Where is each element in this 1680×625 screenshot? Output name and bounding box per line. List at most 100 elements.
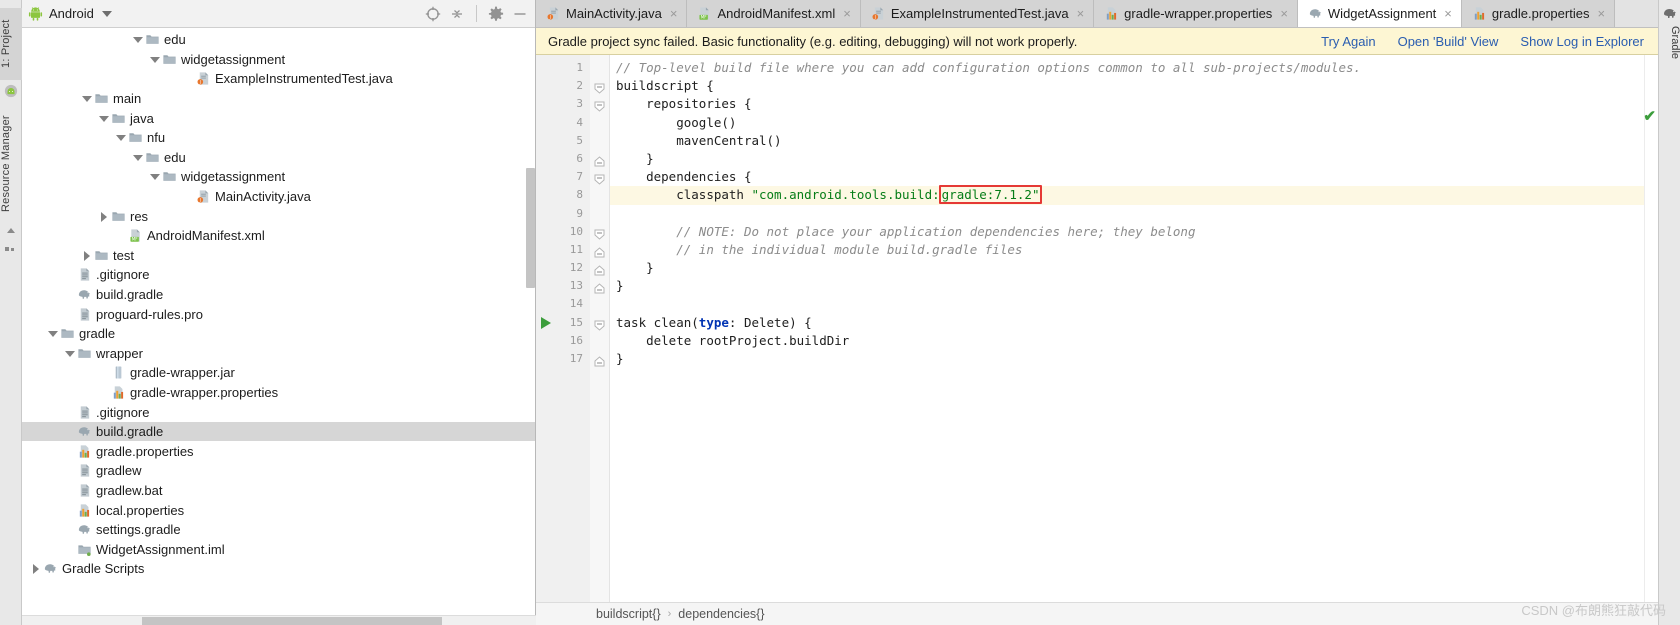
tree-item-gradle[interactable]: gradle <box>22 324 535 344</box>
project-tree-horizontal-scrollbar[interactable] <box>22 615 536 625</box>
fold-collapse-icon[interactable] <box>594 81 605 94</box>
tree-item-widgetassignment[interactable]: widgetassignment <box>22 50 535 70</box>
collapse-all-icon[interactable] <box>448 5 466 23</box>
tree-item-main[interactable]: main <box>22 89 535 109</box>
chevron-down-icon[interactable] <box>47 328 58 339</box>
editor-tabbar[interactable]: J MainActivity.java × MF AndroidManifest.xml… <box>536 0 1658 28</box>
breadcrumb-item-dependencies[interactable]: dependencies{} <box>678 607 764 621</box>
fold-row[interactable] <box>590 205 609 223</box>
close-icon[interactable]: × <box>1077 7 1085 20</box>
project-tree-horizontal-scroll-thumb[interactable] <box>142 617 442 625</box>
fold-end-icon[interactable] <box>594 154 605 167</box>
fold-end-icon[interactable] <box>594 245 605 258</box>
notification-link-open-build-view[interactable]: Open 'Build' View <box>1398 34 1499 49</box>
tree-item-res[interactable]: res <box>22 206 535 226</box>
chevron-right-icon[interactable] <box>30 563 41 575</box>
editor-tab-gradle-properties[interactable]: gradle.properties × <box>1461 0 1616 27</box>
code-editor[interactable]: 1 2 3 4 5 6 7 8 9 10 11 12 13 14 15 16 17 // Top-level b… <box>536 55 1658 602</box>
editor-tab-exampleinstrumentedtest-java[interactable]: J ExampleInstrumentedTest.java × <box>860 0 1095 27</box>
chevron-down-icon[interactable] <box>115 132 126 143</box>
close-icon[interactable]: × <box>1444 7 1452 20</box>
chevron-down-icon[interactable] <box>101 10 112 17</box>
tree-item--gitignore[interactable]: .gitignore <box>22 402 535 422</box>
editor-tab-mainactivity-java[interactable]: J MainActivity.java × <box>536 0 688 27</box>
chevron-right-icon[interactable] <box>98 211 109 222</box>
chevron-down-icon[interactable] <box>149 54 160 65</box>
fold-row[interactable] <box>590 186 609 204</box>
locate-icon[interactable] <box>424 5 442 23</box>
fold-row[interactable] <box>590 150 609 168</box>
chevron-down-icon[interactable] <box>149 171 160 182</box>
chevron-down-icon[interactable] <box>98 113 109 124</box>
tree-item-gradle-wrapper-jar[interactable]: gradle-wrapper.jar <box>22 363 535 383</box>
tree-item-wrapper[interactable]: wrapper <box>22 344 535 364</box>
tree-item--gitignore[interactable]: .gitignore <box>22 265 535 285</box>
tree-item-proguard-rules-pro[interactable]: proguard-rules.pro <box>22 304 535 324</box>
fold-row[interactable] <box>590 314 609 332</box>
tree-item-settings-gradle[interactable]: settings.gradle <box>22 520 535 540</box>
fold-row[interactable] <box>590 350 609 368</box>
fold-row[interactable] <box>590 277 609 295</box>
tree-item-edu[interactable]: edu <box>22 30 535 50</box>
editor-tab-androidmanifest-xml[interactable]: MF AndroidManifest.xml × <box>687 0 861 27</box>
tree-item-gradle-properties[interactable]: gradle.properties <box>22 441 535 461</box>
fold-row[interactable] <box>590 259 609 277</box>
close-icon[interactable]: × <box>1280 7 1288 20</box>
tree-item-gradlew-bat[interactable]: gradlew.bat <box>22 481 535 501</box>
tree-item-nfu[interactable]: nfu <box>22 128 535 148</box>
tree-item-build-gradle[interactable]: build.gradle <box>22 421 535 442</box>
chevron-down-icon[interactable] <box>81 93 92 104</box>
fold-row[interactable] <box>590 223 609 241</box>
editor-tab-gradle-wrapper-properties[interactable]: gradle-wrapper.properties × <box>1094 0 1298 27</box>
fold-end-icon[interactable] <box>594 281 605 294</box>
editor-analysis-rail[interactable]: ✔ <box>1643 55 1658 602</box>
project-tree[interactable]: edu widgetassignment J ExampleInstrumentedT… <box>22 28 535 625</box>
editor-code-content[interactable]: // Top-level build file where you can ad… <box>610 55 1658 602</box>
fold-end-icon[interactable] <box>594 263 605 276</box>
fold-collapse-icon[interactable] <box>594 172 605 185</box>
chevron-right-icon[interactable] <box>81 250 92 261</box>
fold-row[interactable] <box>590 295 609 313</box>
breadcrumb-item-buildscript[interactable]: buildscript{} <box>596 607 661 621</box>
close-icon[interactable]: × <box>670 7 678 20</box>
tree-item-gradle-scripts[interactable]: Gradle Scripts <box>22 559 535 579</box>
tree-item-edu[interactable]: edu <box>22 148 535 168</box>
fold-row[interactable] <box>590 114 609 132</box>
tree-item-local-properties[interactable]: local.properties <box>22 500 535 520</box>
fold-row[interactable] <box>590 77 609 95</box>
notification-link-show-log[interactable]: Show Log in Explorer <box>1520 34 1644 49</box>
gear-icon[interactable] <box>487 5 505 23</box>
fold-row[interactable] <box>590 332 609 350</box>
fold-row[interactable] <box>590 132 609 150</box>
editor-fold-gutter[interactable] <box>590 55 610 602</box>
chevron-down-icon[interactable] <box>64 348 75 359</box>
fold-collapse-icon[interactable] <box>594 318 605 331</box>
fold-row[interactable] <box>590 59 609 77</box>
tree-item-gradlew[interactable]: gradlew <box>22 461 535 481</box>
tree-item-widgetassignment[interactable]: widgetassignment <box>22 167 535 187</box>
tree-item-exampleinstrumentedtest-java[interactable]: J ExampleInstrumentedTest.java <box>22 69 535 89</box>
hide-panel-icon[interactable] <box>511 5 529 23</box>
notification-link-try-again[interactable]: Try Again <box>1321 34 1375 49</box>
sidebar-tab-resource-manager[interactable]: Resource Manager <box>0 108 22 220</box>
tree-item-java[interactable]: java <box>22 108 535 128</box>
fold-row[interactable] <box>590 95 609 113</box>
close-icon[interactable]: × <box>1597 7 1605 20</box>
chevron-down-icon[interactable] <box>132 152 143 163</box>
close-icon[interactable]: × <box>843 7 851 20</box>
tree-item-test[interactable]: test <box>22 246 535 266</box>
tree-item-widgetassignment-iml[interactable]: WidgetAssignment.iml <box>22 539 535 559</box>
tool-tab-gradle[interactable]: Gradle <box>1659 26 1680 59</box>
chevron-down-icon[interactable] <box>132 34 143 45</box>
tree-item-build-gradle[interactable]: build.gradle <box>22 285 535 305</box>
tree-item-mainactivity-java[interactable]: J MainActivity.java <box>22 187 535 207</box>
fold-collapse-icon[interactable] <box>594 227 605 240</box>
fold-collapse-icon[interactable] <box>594 99 605 113</box>
fold-end-icon[interactable] <box>594 354 605 367</box>
run-task-icon[interactable] <box>541 316 551 329</box>
fold-row[interactable] <box>590 168 609 186</box>
tree-item-androidmanifest-xml[interactable]: MF AndroidManifest.xml <box>22 226 535 246</box>
editor-tab-widgetassignment[interactable]: WidgetAssignment × <box>1297 0 1462 27</box>
tree-item-gradle-wrapper-properties[interactable]: gradle-wrapper.properties <box>22 383 535 403</box>
sidebar-tab-project[interactable]: 1: Project <box>0 8 22 80</box>
